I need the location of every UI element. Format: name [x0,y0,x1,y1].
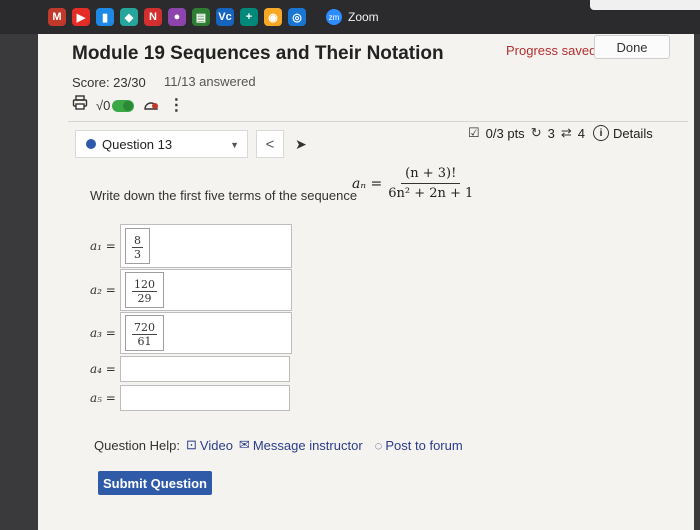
answer-input-a3[interactable]: 720 61 [120,312,292,354]
hint-icon[interactable] [142,95,160,116]
math-display-toggle[interactable]: √0 [96,98,135,113]
question-select-label: Question 13 [102,136,173,152]
answer-input-a2[interactable]: 120 29 [120,269,292,311]
previous-question-button[interactable]: < [256,130,284,158]
netflix-bookmark[interactable]: N [144,8,162,26]
entered-answer[interactable]: 8 3 [125,228,150,264]
bookmark-icon[interactable]: ◉ [264,8,282,26]
term-label: a₂ = [90,283,116,297]
details-link[interactable]: i Details [592,125,653,141]
bookmark-bar: M ▶ ▮ ◆ N ● ▤ Vc + ◉ ◎ zm Zoom [0,0,700,34]
answer-row-a1: a₁ = 8 3 [90,224,292,268]
zoom-bookmark[interactable]: zm Zoom [326,9,379,25]
question-prompt: Write down the first five terms of the s… [90,188,358,203]
info-icon: i [592,125,609,141]
answer-denominator: 61 [137,335,152,348]
points-text: 0/3 pts [485,125,525,141]
question-select[interactable]: Question 13 ▼ [75,130,248,158]
bookmark-icon[interactable]: ● [168,8,186,26]
term-label: a₁ = [90,239,116,253]
page-title: Module 19 Sequences and Their Notation [72,43,444,64]
sequence-formula: aₙ = (n + 3)! 6n² + 2n + 1 [352,166,473,201]
bookmark-icon[interactable]: ◆ [120,8,138,26]
entered-answer[interactable]: 720 61 [125,315,164,351]
bookmark-icon[interactable]: + [240,8,258,26]
forum-label: Post to forum [385,437,463,453]
toggle-switch [112,99,135,112]
answer-row-a5: a₅ = [90,385,290,411]
term-label: a₅ = [90,391,116,405]
term-label: a₃ = [90,326,116,340]
bookmark-icon[interactable]: ▤ [192,8,210,26]
chat-bubble-icon: ◌ [374,437,383,453]
formula-lhs: aₙ = [352,175,383,192]
term-label: a₄ = [90,362,116,376]
answer-numerator: 120 [132,278,157,292]
gmail-bookmark[interactable]: M [48,8,66,26]
question-status: ☑ 0/3 pts ↻ 3 ⇄ 4 i Details [468,125,653,141]
question-help: Question Help: ⊡ Video ✉ Message instruc… [94,437,463,453]
answer-numerator: 8 [132,234,143,248]
sqrt-label: √0 [96,98,111,113]
divider [68,121,688,122]
answer-input-a4[interactable] [120,356,290,382]
answered-count: 11/13 answered [164,74,256,89]
submit-question-button[interactable]: Submit Question [98,471,212,495]
answer-fraction: 8 3 [132,234,143,261]
bookmark-icon[interactable]: Vc [216,8,234,26]
message-label: Message instructor [252,437,363,453]
help-label: Question Help: [94,437,180,453]
answer-fraction: 720 61 [132,321,157,348]
answer-input-a1[interactable]: 8 3 [120,224,292,268]
chevron-down-icon: ▼ [230,140,239,150]
score-text: Score: 23/30 [72,75,146,90]
answer-fraction: 120 29 [132,278,157,305]
bookmark-icon[interactable]: ◎ [288,8,306,26]
status-dot-icon [86,139,96,149]
attempts-count: 4 [577,125,585,141]
answer-denominator: 29 [137,292,152,305]
progress-status: Progress saved [506,43,597,58]
cursor-icon: ➤ [295,136,307,152]
formula-denominator: 6n² + 2n + 1 [388,186,474,201]
toolbar: √0 ⋮ [72,95,184,116]
mail-icon: ✉ [238,437,250,452]
done-button[interactable]: Done [594,35,670,59]
message-instructor-link[interactable]: ✉ Message instructor [239,437,363,453]
answer-row-a4: a₄ = [90,356,290,382]
more-options-icon[interactable]: ⋮ [168,97,184,114]
answer-input-a5[interactable] [120,385,290,411]
checkbox-icon: ☑ [468,125,480,140]
attempts-icon: ⇄ [560,125,572,140]
browser-tab[interactable] [590,0,700,10]
bookmark-icon[interactable]: ▮ [96,8,114,26]
retry-icon: ↻ [530,125,542,140]
video-icon: ⊡ [186,437,197,452]
retries-count: 3 [547,125,555,141]
post-to-forum-link[interactable]: ◌ Post to forum [375,438,463,453]
print-icon[interactable] [72,95,88,116]
details-label: Details [612,125,653,141]
formula-numerator: (n + 3)! [401,166,461,184]
youtube-bookmark[interactable]: ▶ [72,8,90,26]
video-link[interactable]: ⊡ Video [186,437,233,453]
zoom-icon: zm [326,9,342,25]
zoom-label: Zoom [348,10,379,24]
video-label: Video [199,437,233,453]
entered-answer[interactable]: 120 29 [125,272,164,308]
answer-row-a2: a₂ = 120 29 [90,269,292,311]
formula-fraction: (n + 3)! 6n² + 2n + 1 [388,166,473,201]
answer-row-a3: a₃ = 720 61 [90,312,292,354]
answer-denominator: 3 [134,248,141,261]
assignment-page: Module 19 Sequences and Their Notation P… [38,34,694,530]
answer-numerator: 720 [132,321,157,335]
